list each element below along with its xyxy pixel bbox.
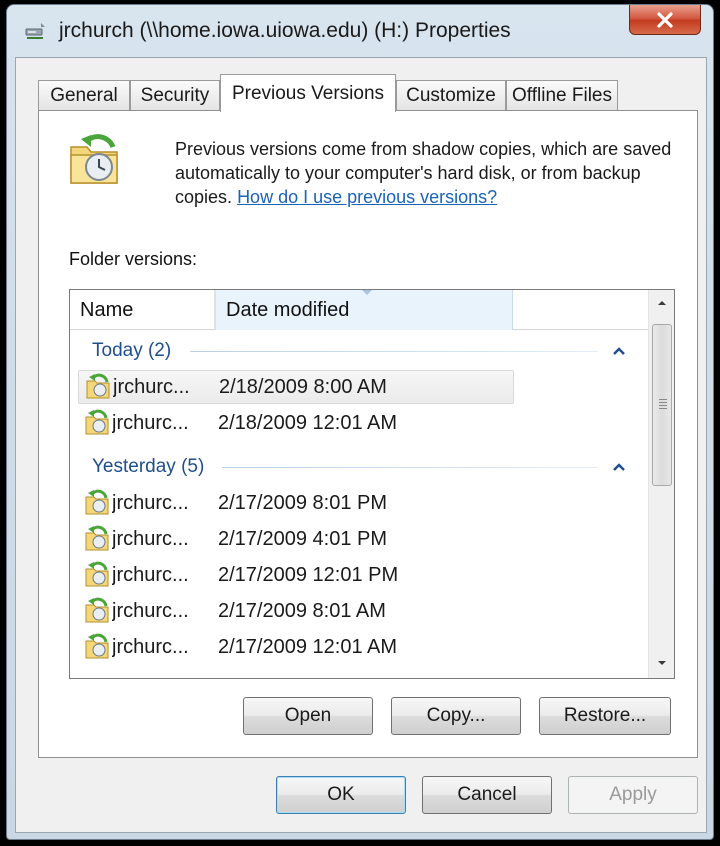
- scroll-thumb[interactable]: [652, 324, 672, 486]
- column-header-date-modified[interactable]: Date modified: [215, 290, 513, 330]
- shadow-copy-folder-icon: [85, 597, 109, 623]
- version-name: jrchurc...: [112, 491, 189, 514]
- tab-previous-versions[interactable]: Previous Versions: [220, 74, 396, 112]
- list-item[interactable]: jrchurc... 2/17/2009 8:01 AM: [78, 594, 514, 628]
- version-name: jrchurc...: [112, 563, 189, 586]
- arrow-up-icon: [658, 301, 666, 305]
- shadow-copy-folder-icon: [85, 633, 109, 659]
- version-date: 2/18/2009 8:00 AM: [219, 375, 387, 398]
- version-name: jrchurc...: [112, 635, 189, 658]
- window-title: jrchurch (\\home.iowa.uiowa.edu) (H:) Pr…: [59, 19, 511, 42]
- shadow-copy-folder-icon: [85, 525, 109, 551]
- version-date: 2/18/2009 12:01 AM: [218, 411, 398, 434]
- list-item[interactable]: jrchurc... 2/17/2009 8:01 PM: [78, 486, 514, 520]
- list-item[interactable]: jrchurc... 2/17/2009 12:01 AM: [78, 630, 514, 664]
- group-header-yesterday[interactable]: Yesterday (5): [92, 452, 204, 482]
- tab-general[interactable]: General: [38, 80, 130, 111]
- list-item[interactable]: jrchurc... 2/17/2009 4:01 PM: [78, 522, 514, 556]
- shadow-copy-folder-icon: [86, 373, 110, 399]
- shadow-copy-folder-icon: [85, 489, 109, 515]
- dialog-client-area: General Security Previous Versions Custo…: [15, 57, 707, 833]
- group-divider: [190, 351, 598, 352]
- tab-offline-files[interactable]: Offline Files: [506, 80, 618, 111]
- open-button[interactable]: Open: [243, 697, 373, 735]
- group-divider: [222, 467, 598, 468]
- list-item[interactable]: jrchurc... 2/18/2009 8:00 AM: [78, 370, 514, 404]
- vertical-scrollbar[interactable]: [648, 290, 674, 678]
- column-headers: Name Date modified: [70, 290, 648, 330]
- drive-network-icon: [25, 23, 45, 39]
- collapse-chevron-icon[interactable]: [612, 346, 626, 356]
- version-date: 2/17/2009 8:01 PM: [218, 491, 388, 514]
- close-button[interactable]: [629, 5, 701, 35]
- tab-customize[interactable]: Customize: [396, 80, 506, 111]
- previous-versions-panel: Previous versions come from shadow copie…: [38, 110, 698, 758]
- version-name: jrchurc...: [113, 375, 190, 398]
- grip-icon: [659, 399, 667, 411]
- help-link[interactable]: How do I use previous versions?: [237, 187, 497, 207]
- list-item[interactable]: jrchurc... 2/17/2009 12:01 PM: [78, 558, 514, 592]
- collapse-chevron-icon[interactable]: [612, 462, 626, 472]
- shadow-copy-folder-icon: [85, 561, 109, 587]
- folder-versions-list[interactable]: Name Date modified Today (2) jrchurc... …: [69, 289, 675, 679]
- restore-button[interactable]: Restore...: [539, 697, 671, 735]
- restore-folder-icon: [70, 134, 118, 184]
- version-name: jrchurc...: [112, 599, 189, 622]
- version-name: jrchurc...: [112, 411, 189, 434]
- version-date: 2/17/2009 12:01 AM: [218, 635, 398, 658]
- group-header-today[interactable]: Today (2): [92, 336, 171, 366]
- arrow-down-icon: [658, 661, 666, 665]
- sort-descending-icon: [362, 290, 372, 295]
- title-bar[interactable]: jrchurch (\\home.iowa.uiowa.edu) (H:) Pr…: [7, 5, 713, 57]
- scroll-up-button[interactable]: [649, 292, 674, 314]
- version-date: 2/17/2009 12:01 PM: [218, 563, 399, 586]
- folder-versions-label: Folder versions:: [69, 249, 198, 269]
- version-date: 2/17/2009 8:01 AM: [218, 599, 386, 622]
- cancel-button[interactable]: Cancel: [422, 776, 552, 814]
- ok-button[interactable]: OK: [276, 776, 406, 814]
- version-date: 2/17/2009 4:01 PM: [218, 527, 388, 550]
- apply-button: Apply: [568, 776, 698, 814]
- tab-security[interactable]: Security: [130, 80, 220, 111]
- description-text: Previous versions come from shadow copie…: [175, 137, 675, 209]
- scroll-down-button[interactable]: [649, 652, 674, 674]
- close-icon: [657, 11, 673, 28]
- properties-window: jrchurch (\\home.iowa.uiowa.edu) (H:) Pr…: [6, 4, 714, 840]
- shadow-copy-folder-icon: [85, 409, 109, 435]
- version-name: jrchurc...: [112, 527, 189, 550]
- copy-button[interactable]: Copy...: [391, 697, 521, 735]
- column-header-name[interactable]: Name: [70, 290, 215, 330]
- list-item[interactable]: jrchurc... 2/18/2009 12:01 AM: [78, 406, 514, 440]
